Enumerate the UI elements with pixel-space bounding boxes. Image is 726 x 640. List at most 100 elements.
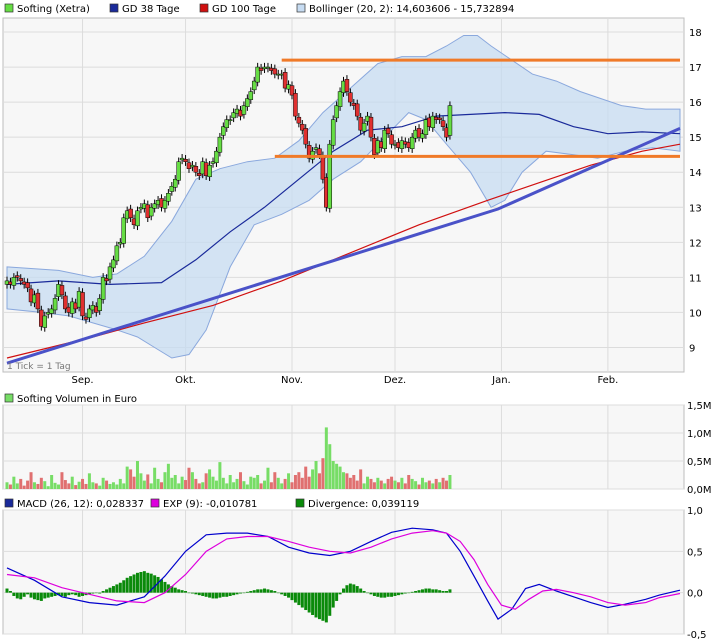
divergence-bar: [342, 588, 345, 593]
divergence-bar: [204, 592, 208, 597]
candle-body-up: [97, 298, 102, 311]
volume-bar: [204, 473, 208, 489]
divergence-bar: [228, 592, 232, 596]
divergence-bar: [122, 580, 126, 593]
candle-body-up: [87, 308, 92, 318]
divergence-bar: [403, 592, 407, 594]
candle-body-down: [18, 278, 23, 282]
candle-body-up: [148, 207, 154, 217]
legend-label: GD 100 Tage: [212, 4, 276, 15]
divergence-bar: [43, 592, 47, 599]
divergence-bar: [201, 592, 205, 596]
volume-bar: [221, 477, 225, 489]
candle-body-down: [368, 116, 374, 138]
volume-bar: [190, 472, 194, 489]
volume-bar: [324, 427, 328, 489]
divergence-bar: [63, 592, 67, 597]
volume-bar: [5, 482, 9, 489]
divergence-bar: [383, 592, 387, 598]
divergence-bar: [304, 592, 308, 611]
legend-swatch: [150, 498, 160, 508]
candle: [100, 273, 106, 304]
candle-body-up: [121, 217, 126, 244]
divergence-bar: [19, 592, 23, 600]
volume-bar: [362, 483, 366, 489]
volume-bar: [36, 483, 40, 489]
candle-body-down: [183, 158, 188, 162]
volume-bar: [407, 475, 411, 489]
divergence-bar: [67, 592, 71, 596]
stock-chart: 9 10 11 12 13 14 15 16 17 18 Sep. Okt. Nov. Dez. Jan.…: [2, 3, 712, 640]
y-tick-label: 15: [689, 133, 702, 144]
x-tick-label: Okt.: [175, 375, 196, 386]
volume-bar: [403, 483, 407, 489]
candle-body-down: [35, 292, 41, 310]
volume-bar: [160, 482, 164, 489]
volume-bar: [352, 475, 356, 489]
legend-swatch: [199, 3, 209, 13]
divergence-bar: [142, 571, 146, 593]
y-tick-label: 12: [689, 238, 702, 249]
volume-bar: [232, 482, 236, 489]
volume-bar: [43, 481, 47, 489]
divergence-bar: [335, 592, 339, 601]
y-tick-label: 17: [689, 63, 702, 74]
divergence-bar: [74, 592, 78, 596]
divergence-bar: [314, 592, 318, 618]
volume-bar: [249, 476, 253, 489]
divergence-bar: [420, 589, 424, 593]
x-tick-label: Feb.: [597, 375, 618, 386]
volume-bar: [235, 478, 239, 489]
volume-bar: [208, 469, 212, 489]
candle-body-down: [440, 120, 446, 127]
divergence-bar: [317, 592, 321, 620]
divergence-bar: [139, 572, 143, 593]
volume-bar: [77, 481, 81, 489]
price-y-axis: 9 10 11 12 13 14 15 16 17 18: [689, 28, 702, 354]
volume-bar: [132, 476, 136, 489]
candle-body-down: [193, 166, 199, 173]
volume-bar: [180, 476, 184, 489]
candle-body-down: [348, 92, 353, 103]
volume-bar: [424, 482, 428, 489]
volume-bar: [348, 477, 352, 489]
volume-bar: [314, 461, 318, 489]
divergence-bar: [427, 588, 431, 593]
divergence-bar: [32, 592, 36, 600]
divergence-bar: [8, 591, 12, 593]
divergence-bar: [386, 592, 390, 597]
price-x-axis: Sep. Okt. Nov. Dez. Jan. Feb.: [72, 375, 619, 386]
divergence-bar: [269, 590, 273, 593]
candle-body-up: [107, 266, 113, 280]
legend-swatch: [4, 3, 14, 13]
divergence-bar: [218, 592, 222, 598]
volume-bar: [342, 472, 345, 489]
y-tick-label: 14: [689, 168, 702, 179]
candle-body-down: [354, 103, 360, 117]
candle-body-down: [296, 116, 302, 124]
y-tick-label: 1,5M: [687, 401, 712, 412]
price-legend: Softing (Xetra) GD 38 Tage GD 100 Tage Boll…: [4, 3, 514, 15]
divergence-bar: [400, 592, 404, 595]
macd-panel: 1,0 0,5 0,0 -0,5 MACD (26, 12): 0,028337 EXP…: [2, 498, 707, 640]
candle: [293, 89, 298, 121]
volume-bar: [135, 461, 139, 489]
divergence-bar: [297, 592, 301, 606]
volume-bar: [156, 478, 160, 489]
volume-bar: [448, 475, 452, 489]
legend-swatch: [4, 498, 14, 508]
volume-bar: [218, 462, 222, 489]
divergence-bar: [29, 592, 33, 598]
volume-bar: [287, 473, 291, 489]
divergence-bar: [331, 592, 335, 608]
volume-bar: [15, 483, 19, 489]
volume-bar: [57, 484, 61, 489]
volume-bar: [63, 480, 67, 489]
divergence-bar: [36, 592, 40, 601]
candle-body-up: [11, 277, 17, 286]
divergence-bar: [211, 592, 215, 599]
divergence-bar: [221, 592, 225, 597]
candle-body-down: [80, 292, 85, 317]
macd-y-axis: 1,0 0,5 0,0 -0,5: [687, 506, 707, 640]
volume-bar: [170, 477, 174, 489]
